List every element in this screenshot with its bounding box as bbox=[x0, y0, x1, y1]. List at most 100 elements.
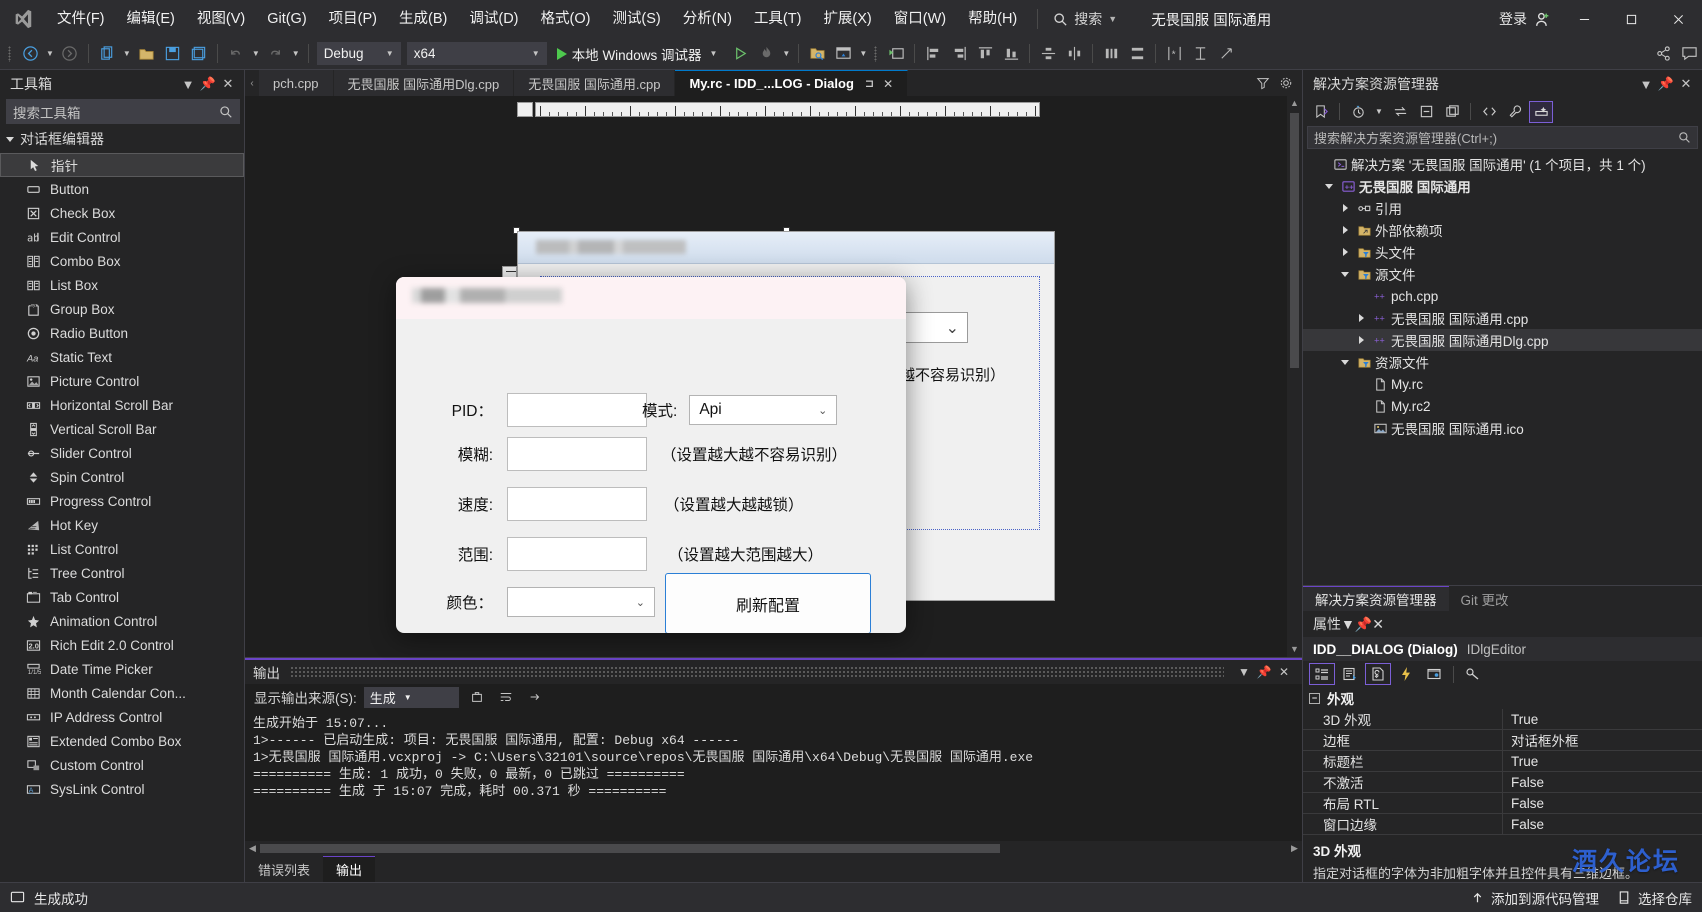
toolbox-item-slider-control[interactable]: Slider Control bbox=[0, 441, 244, 465]
property-value[interactable]: False bbox=[1503, 772, 1702, 792]
tree-node-app-ico[interactable]: 无畏国服 国际通用.ico bbox=[1303, 417, 1702, 439]
toolbox-item-rich-edit-control[interactable]: 2.0 Rich Edit 2.0 Control bbox=[0, 633, 244, 657]
toolbox-item-button[interactable]: Button bbox=[0, 177, 244, 201]
new-item-button[interactable] bbox=[95, 41, 119, 67]
filter-dropdown[interactable]: ▼ bbox=[1372, 101, 1386, 123]
menu-tools[interactable]: 工具(T) bbox=[743, 0, 813, 38]
events-button[interactable] bbox=[1393, 663, 1419, 685]
toolbox-item-animation-control[interactable]: Animation Control bbox=[0, 609, 244, 633]
toolbox-item-tree-control[interactable]: Tree Control bbox=[0, 561, 244, 585]
toolbox-item-extended-combo-box[interactable]: Extended Combo Box bbox=[0, 729, 244, 753]
scrollbar-thumb[interactable] bbox=[1290, 113, 1299, 368]
app-combo-mode[interactable]: Api ⌄ bbox=[689, 395, 837, 425]
chevron-down-icon[interactable]: ▼ bbox=[1234, 665, 1254, 679]
toolbox-item-hot-key[interactable]: Hot Key bbox=[0, 513, 244, 537]
property-value[interactable]: True bbox=[1503, 751, 1702, 771]
property-value[interactable]: True bbox=[1503, 709, 1702, 729]
toolbox-item-month-calendar-control[interactable]: Month Calendar Con... bbox=[0, 681, 244, 705]
view-code-button[interactable] bbox=[1477, 101, 1501, 123]
dock-tab-git-changes[interactable]: Git 更改 bbox=[1449, 586, 1521, 611]
start-debugging-button[interactable]: 本地 Windows 调试器 ▼ bbox=[550, 41, 728, 67]
chevron-collapsed-icon[interactable] bbox=[1337, 226, 1353, 234]
undo-dropdown[interactable]: ▼ bbox=[249, 49, 263, 58]
toolbox-item-list-box[interactable]: List Box bbox=[0, 273, 244, 297]
tab-my-rc-dialog[interactable]: My.rc - IDD_...LOG - Dialog ⊐ ✕ bbox=[675, 70, 908, 96]
menu-project[interactable]: 项目(P) bbox=[318, 0, 388, 38]
output-source-combo[interactable]: 生成 ▼ bbox=[364, 687, 459, 708]
toggle-guides-button[interactable] bbox=[1188, 41, 1212, 67]
toolbar-grip-2[interactable] bbox=[872, 45, 881, 63]
menu-window[interactable]: 窗口(W) bbox=[883, 0, 957, 38]
preview-selected-items-button[interactable] bbox=[1529, 101, 1553, 123]
toggle-grid-button[interactable]: * bbox=[1162, 41, 1186, 67]
output-go-to-message-button[interactable] bbox=[524, 687, 546, 708]
pin-icon[interactable]: 📌 bbox=[1355, 616, 1372, 633]
tree-node-project[interactable]: ++ 无畏国服 国际通用 bbox=[1303, 175, 1702, 197]
hot-reload-dropdown[interactable]: ▼ bbox=[779, 49, 793, 58]
properties-button[interactable] bbox=[1503, 101, 1527, 123]
property-row-border[interactable]: 边框 对话框外框 bbox=[1303, 730, 1702, 751]
property-row-3d-appearance[interactable]: 3D 外观 True bbox=[1303, 709, 1702, 730]
close-icon[interactable]: ✕ bbox=[218, 76, 238, 92]
menu-file[interactable]: 文件(F) bbox=[46, 0, 116, 38]
sign-in-button[interactable]: 登录 bbox=[1489, 9, 1561, 29]
chevron-collapsed-icon[interactable] bbox=[1337, 248, 1353, 256]
property-value[interactable]: False bbox=[1503, 793, 1702, 813]
property-row-titlebar[interactable]: 标题栏 True bbox=[1303, 751, 1702, 772]
tree-node-my-rc[interactable]: My.rc bbox=[1303, 373, 1702, 395]
toolbox-item-custom-control[interactable]: Custom Control bbox=[0, 753, 244, 777]
tree-node-external-deps[interactable]: 外部依赖项 bbox=[1303, 219, 1702, 241]
chevron-down-icon[interactable]: ▼ bbox=[706, 49, 720, 58]
align-left-button[interactable] bbox=[921, 41, 945, 67]
app-combo-color[interactable]: ⌄ bbox=[507, 587, 655, 617]
menu-build[interactable]: 生成(B) bbox=[388, 0, 458, 38]
menu-debug[interactable]: 调试(D) bbox=[458, 0, 529, 38]
menu-view[interactable]: 视图(V) bbox=[186, 0, 256, 38]
toolbox-item-horizontal-scroll-bar[interactable]: Horizontal Scroll Bar bbox=[0, 393, 244, 417]
chevron-collapsed-icon[interactable] bbox=[1337, 204, 1353, 212]
pin-icon[interactable]: 📌 bbox=[1656, 76, 1676, 92]
select-repository-button[interactable]: 选择仓库 bbox=[1617, 888, 1692, 908]
app-input-pid[interactable] bbox=[507, 393, 647, 427]
overrides-button[interactable] bbox=[1460, 663, 1486, 685]
output-horizontal-scrollbar[interactable]: ◀ ▶ bbox=[245, 841, 1302, 856]
navigate-back-button[interactable] bbox=[18, 41, 42, 67]
show-all-files-button[interactable] bbox=[1440, 101, 1464, 123]
toolbar-grip[interactable] bbox=[6, 45, 15, 63]
sync-with-active-document-button[interactable] bbox=[1388, 101, 1412, 123]
toolbox-item-check-box[interactable]: Check Box bbox=[0, 201, 244, 225]
properties-object-selector[interactable]: IDD__DIALOG (Dialog) IDlgEditor bbox=[1303, 637, 1702, 661]
maximize-button[interactable] bbox=[1608, 0, 1655, 38]
tab-pch-cpp[interactable]: pch.cpp bbox=[259, 70, 334, 96]
tab-main-cpp[interactable]: 无畏国服 国际通用.cpp bbox=[514, 70, 675, 96]
start-without-debugging-button[interactable] bbox=[728, 41, 752, 67]
navigate-forward-button[interactable] bbox=[58, 41, 82, 67]
save-button[interactable] bbox=[161, 41, 185, 67]
collapse-all-button[interactable] bbox=[1414, 101, 1438, 123]
toolbox-search-input[interactable]: 搜索工具箱 bbox=[6, 99, 240, 124]
tab-output[interactable]: 输出 bbox=[323, 856, 375, 882]
align-bottom-button[interactable] bbox=[999, 41, 1023, 67]
close-icon[interactable]: ✕ bbox=[883, 77, 893, 91]
global-search[interactable]: 搜索 ▼ bbox=[1047, 6, 1123, 32]
make-same-width-button[interactable] bbox=[1036, 41, 1060, 67]
solution-explorer-home-button[interactable] bbox=[1309, 101, 1333, 123]
toolbox-group-dialog-editor[interactable]: 对话框编辑器 bbox=[0, 127, 244, 153]
output-clear-button[interactable] bbox=[466, 687, 488, 708]
add-to-source-control-button[interactable]: 添加到源代码管理 bbox=[1470, 888, 1599, 908]
output-drag-handle[interactable] bbox=[290, 666, 1224, 678]
tab-dlg-cpp[interactable]: 无畏国服 国际通用Dlg.cpp bbox=[334, 70, 515, 96]
refresh-config-button[interactable]: 刷新配置 bbox=[665, 573, 871, 633]
menu-extensions[interactable]: 扩展(X) bbox=[812, 0, 882, 38]
running-app-dialog[interactable]: PID： 模式: Api ⌄ 模糊: （设置越大越不容易识别） 速度: bbox=[396, 277, 906, 633]
scroll-right-icon[interactable]: ▶ bbox=[1287, 843, 1302, 854]
redo-button[interactable] bbox=[264, 41, 288, 67]
toolbox-item-ip-address-control[interactable]: IP Address Control bbox=[0, 705, 244, 729]
redo-dropdown[interactable]: ▼ bbox=[289, 49, 303, 58]
dialog-editor-button[interactable] bbox=[831, 41, 855, 67]
scroll-left-icon[interactable]: ◀ bbox=[245, 843, 260, 854]
chevron-collapsed-icon[interactable] bbox=[1353, 336, 1369, 344]
property-pages-button[interactable] bbox=[1365, 663, 1391, 685]
solution-explorer-search-input[interactable]: 搜索解决方案资源管理器(Ctrl+;) bbox=[1307, 126, 1698, 149]
app-input-range[interactable] bbox=[507, 537, 647, 571]
